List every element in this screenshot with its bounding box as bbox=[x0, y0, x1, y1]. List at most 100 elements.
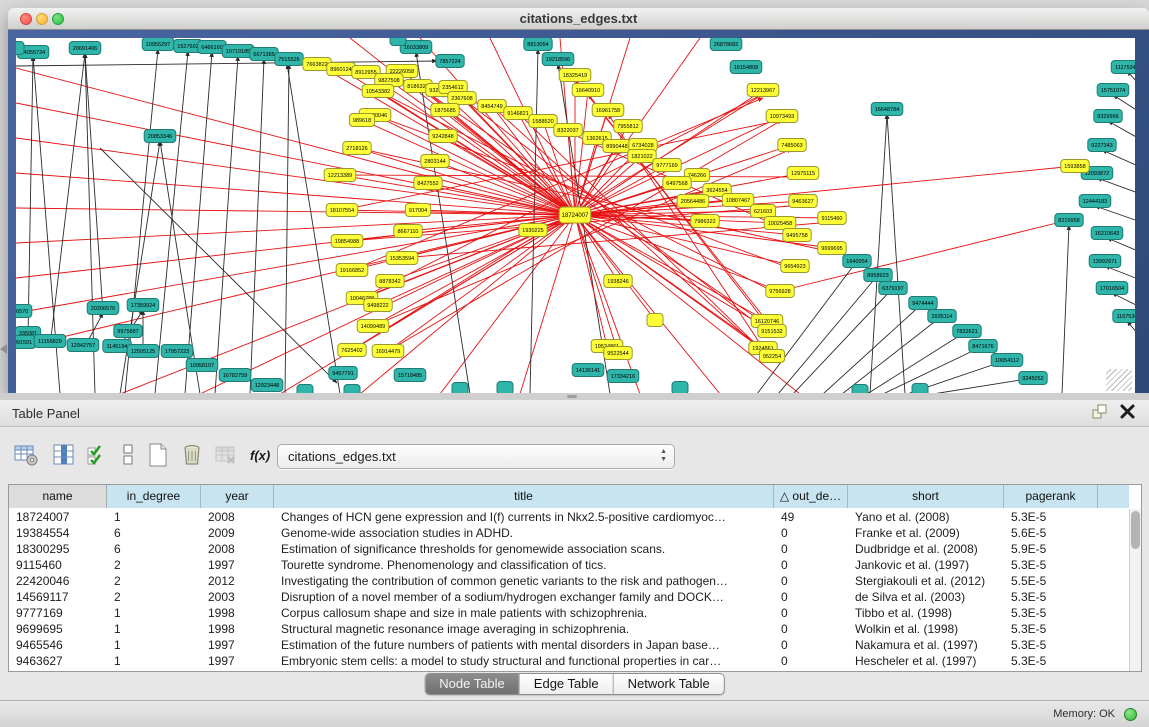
graph-node[interactable]: 16914479 bbox=[372, 345, 404, 358]
graph-node[interactable]: 9242848 bbox=[429, 130, 457, 143]
graph-node[interactable] bbox=[390, 38, 406, 46]
graph-node[interactable]: 16640910 bbox=[572, 84, 604, 97]
graph-node[interactable]: 7625402 bbox=[338, 344, 366, 357]
graph-node[interactable]: 9495758 bbox=[783, 229, 811, 242]
graph-node[interactable]: 19218596 bbox=[542, 53, 574, 66]
graph-node[interactable]: 11175344 bbox=[1111, 61, 1135, 74]
new-column-icon[interactable] bbox=[144, 441, 172, 469]
graph-node[interactable]: 20564486 bbox=[677, 195, 709, 208]
graph-node[interactable]: 12942757 bbox=[67, 339, 99, 352]
graph-node[interactable]: 15751074 bbox=[1097, 84, 1129, 97]
graph-node[interactable]: 7955812 bbox=[614, 120, 642, 133]
graph-node[interactable]: 10958107 bbox=[186, 359, 218, 372]
graph-node[interactable]: 26878682 bbox=[710, 38, 742, 51]
graph-node[interactable]: 991591 bbox=[16, 336, 36, 349]
graph-node[interactable]: 15718485 bbox=[394, 369, 426, 382]
graph-node[interactable]: 6379197 bbox=[879, 282, 907, 295]
column-header-out_de[interactable]: △ out_de… bbox=[774, 485, 848, 508]
graph-node[interactable]: 12213967 bbox=[747, 84, 779, 97]
column-header-title[interactable]: title bbox=[274, 485, 774, 508]
row-height-icon[interactable] bbox=[114, 441, 142, 469]
column-header-pagerank[interactable]: pagerank bbox=[1004, 485, 1098, 508]
scrollbar-thumb[interactable] bbox=[1131, 511, 1140, 549]
graph-node[interactable]: 8427552 bbox=[414, 177, 442, 190]
graph-node[interactable]: 9654923 bbox=[781, 260, 809, 273]
graph-node[interactable]: 12505125 bbox=[127, 345, 159, 358]
show-columns-icon[interactable] bbox=[50, 441, 78, 469]
tab-node-table[interactable]: Node Table bbox=[425, 674, 520, 694]
graph-node[interactable]: 12444183 bbox=[1079, 195, 1111, 208]
graph-node[interactable]: 17334216 bbox=[607, 370, 639, 383]
graph-node[interactable]: 19854988 bbox=[331, 235, 363, 248]
graph-node[interactable]: 12975115 bbox=[787, 167, 819, 180]
graph-node[interactable]: 13992971 bbox=[1089, 255, 1121, 268]
column-header-year[interactable]: year bbox=[201, 485, 274, 508]
graph-node[interactable] bbox=[16, 42, 24, 55]
graph-node[interactable]: 9756928 bbox=[766, 285, 794, 298]
delete-column-icon[interactable] bbox=[178, 441, 206, 469]
graph-node[interactable]: 9498222 bbox=[364, 299, 392, 312]
graph-node[interactable]: 2935114 bbox=[928, 310, 956, 323]
close-panel-icon[interactable] bbox=[1120, 404, 1135, 419]
table-row[interactable]: 946362711997Embryonic stem cells: a mode… bbox=[9, 653, 1129, 669]
graph-node[interactable]: 16648784 bbox=[871, 103, 903, 116]
graph-node[interactable]: 20206576 bbox=[87, 302, 119, 315]
graph-node[interactable]: 7515526 bbox=[275, 53, 303, 66]
graph-node[interactable]: 8813054 bbox=[524, 38, 552, 51]
graph-node[interactable]: 18107554 bbox=[326, 204, 358, 217]
graph-node[interactable]: 17359924 bbox=[127, 299, 159, 312]
graph-node[interactable]: 14099489 bbox=[357, 320, 389, 333]
graph-node[interactable]: 9457791 bbox=[329, 367, 357, 380]
graph-node[interactable]: 8322037 bbox=[554, 124, 582, 137]
graph-node[interactable]: 9151532 bbox=[758, 325, 786, 338]
graph-node[interactable]: 9146821 bbox=[504, 107, 532, 120]
float-panel-icon[interactable] bbox=[1091, 403, 1108, 420]
graph-node[interactable]: 20691406 bbox=[69, 42, 101, 55]
citation-network-graph[interactable]: 1872400714055724206914061095529715276026… bbox=[16, 38, 1135, 394]
table-row[interactable]: 1830029562008Estimation of significance … bbox=[9, 541, 1129, 557]
column-header-short[interactable]: short bbox=[848, 485, 1004, 508]
graph-node[interactable]: 952254 bbox=[759, 350, 784, 363]
graph-node[interactable]: 10543382 bbox=[362, 85, 394, 98]
graph-node[interactable]: 7485063 bbox=[778, 139, 806, 152]
graph-node[interactable]: 10654112 bbox=[991, 354, 1023, 367]
function-builder-icon[interactable]: f(x) bbox=[247, 441, 275, 469]
column-header-name[interactable]: name bbox=[9, 485, 107, 508]
graph-node[interactable]: 9777169 bbox=[653, 159, 681, 172]
graph-node[interactable] bbox=[647, 314, 663, 327]
graph-node[interactable]: 18325419 bbox=[559, 69, 591, 82]
graph-node[interactable]: 8471676 bbox=[969, 340, 997, 353]
graph-node[interactable]: 6497568 bbox=[663, 177, 691, 190]
collapse-panel-arrow-icon[interactable] bbox=[0, 344, 7, 354]
graph-node[interactable]: 1938246 bbox=[604, 275, 632, 288]
hub-node[interactable]: 18724007 bbox=[559, 207, 591, 223]
table-vertical-scrollbar[interactable] bbox=[1129, 509, 1141, 671]
graph-node[interactable]: 1640954 bbox=[843, 255, 871, 268]
table-row[interactable]: 2242004622012Investigating the contribut… bbox=[9, 573, 1129, 589]
graph-node[interactable]: 917004 bbox=[405, 204, 430, 217]
table-row[interactable]: 1938455462009Genome-wide association stu… bbox=[9, 525, 1129, 541]
graph-node[interactable]: 989618 bbox=[349, 114, 374, 127]
graph-node[interactable]: 2803144 bbox=[421, 155, 449, 168]
graph-node[interactable]: 1821022 bbox=[628, 150, 656, 163]
graph-node[interactable]: 9699695 bbox=[818, 242, 846, 255]
table-row[interactable]: 1872400712008Changes of HCN gene express… bbox=[9, 509, 1129, 525]
graph-node[interactable]: 25206570 bbox=[16, 305, 32, 318]
graph-node[interactable]: 1930225 bbox=[519, 224, 547, 237]
graph-node[interactable]: 8958923 bbox=[864, 269, 892, 282]
graph-node[interactable]: 12213389 bbox=[324, 169, 356, 182]
graph-node[interactable]: 1588520 bbox=[529, 115, 557, 128]
graph-node[interactable]: 8960124 bbox=[327, 63, 355, 76]
graph-node[interactable]: 6671385 bbox=[250, 48, 278, 61]
graph-node[interactable]: 10807467 bbox=[722, 194, 754, 207]
graph-node[interactable]: 7832621 bbox=[953, 325, 981, 338]
network-canvas[interactable]: 1872400714055724206914061095529715276026… bbox=[16, 38, 1135, 394]
graph-node[interactable]: 8454749 bbox=[478, 100, 506, 113]
graph-node[interactable]: 9329966 bbox=[1094, 110, 1122, 123]
graph-node[interactable]: 9227343 bbox=[1088, 139, 1116, 152]
tab-network-table[interactable]: Network Table bbox=[614, 674, 724, 694]
graph-node[interactable]: 15353594 bbox=[386, 252, 418, 265]
table-row[interactable]: 911546021997Tourette syndrome. Phenomeno… bbox=[9, 557, 1129, 573]
graph-node[interactable]: 10973493 bbox=[766, 110, 798, 123]
graph-node[interactable]: 1593858 bbox=[1061, 160, 1089, 173]
